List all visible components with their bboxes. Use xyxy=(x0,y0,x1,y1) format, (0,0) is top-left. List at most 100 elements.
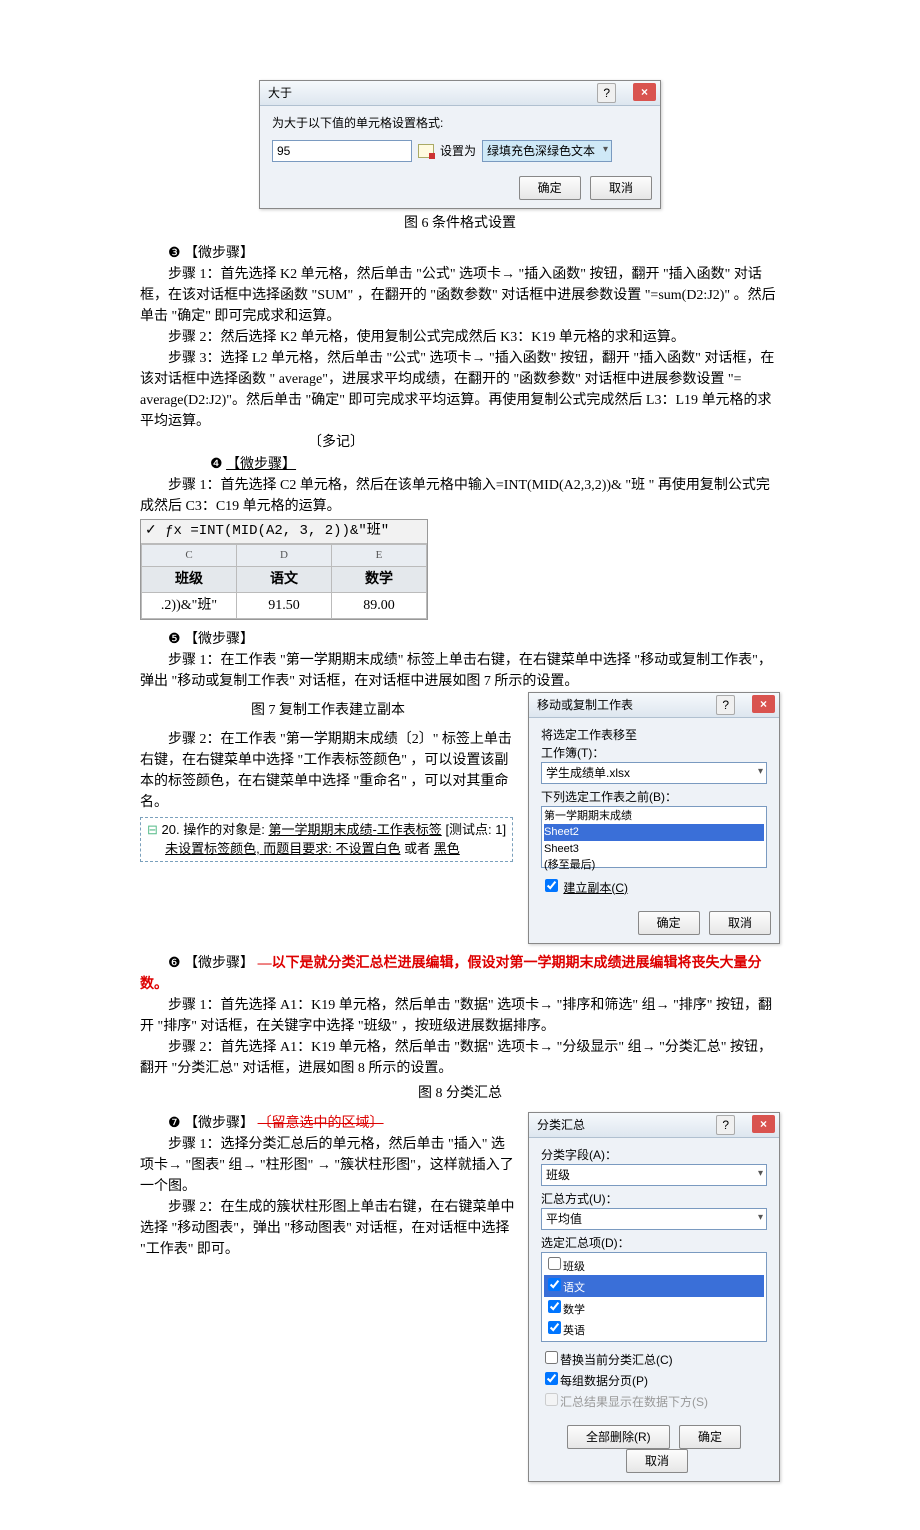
list-marker-5: ❺ xyxy=(168,630,181,646)
issue-or: 或者 xyxy=(404,841,434,856)
step-3-1: 步骤 1：首先选择 K2 单元格，然后单击 "公式" 选项卡→ "插入函数" 按… xyxy=(140,264,780,327)
item-label: 数学 xyxy=(563,1304,585,1316)
dialog-title: 移动或复制工作表 xyxy=(537,698,633,712)
ok-button[interactable]: 确定 xyxy=(638,911,700,935)
item-checkbox[interactable] xyxy=(548,1257,561,1270)
microstep-label: 【微步骤】 xyxy=(184,246,254,261)
issue-number: 20. xyxy=(162,822,180,837)
microstep-label: 【微步骤】 xyxy=(184,1116,254,1131)
list-item[interactable]: Sheet2 xyxy=(544,824,764,841)
range-picker-icon[interactable] xyxy=(418,144,434,158)
selected-items-label: 选定汇总项(D)： xyxy=(541,1234,767,1252)
close-icon[interactable]: × xyxy=(752,695,775,713)
issue-text-2: 未设置标签颜色, 而题目要求: xyxy=(165,841,335,856)
section-4-header: ❹ 【微步骤】 xyxy=(210,453,780,475)
cancel-button[interactable]: 取消 xyxy=(709,911,771,935)
help-icon[interactable]: ? xyxy=(597,83,616,103)
figure-6-caption: 图 6 条件格式设置 xyxy=(140,213,780,234)
cell-d2: 91.50 xyxy=(237,592,332,618)
greater-than-dialog: 大于 ? × 为大于以下值的单元格设置格式: 95 设置为 绿填充色深绿色文本 … xyxy=(259,80,661,209)
list-item[interactable]: 数学 xyxy=(544,1297,764,1319)
list-item[interactable]: 班级 xyxy=(544,1254,764,1276)
category-field-label: 分类字段(A)： xyxy=(541,1146,767,1164)
dialog-titlebar: 移动或复制工作表 ? × xyxy=(529,693,779,718)
below-label: 汇总结果显示在数据下方(S) xyxy=(560,1395,708,1409)
figure-8-caption: 图 8 分类汇总 xyxy=(140,1083,780,1104)
remove-all-button[interactable]: 全部删除(R) xyxy=(567,1425,670,1449)
section-5-header: ❺ 【微步骤】 xyxy=(140,628,780,650)
list-item[interactable]: (移至最后) xyxy=(544,857,764,874)
sheet-list[interactable]: 第一学期期末成绩 Sheet2 Sheet3 (移至最后) xyxy=(541,806,767,868)
step-4-1: 步骤 1：首先选择 C2 单元格，然后在该单元格中输入=INT(MID(A2,3… xyxy=(140,475,780,517)
below-checkbox xyxy=(545,1393,558,1406)
col-d: D xyxy=(237,545,332,567)
item-checkbox[interactable] xyxy=(548,1300,561,1313)
step-3-3: 步骤 3：选择 L2 单元格，然后单击 "公式" 选项卡→ "插入函数" 按钮，… xyxy=(140,348,780,432)
issue-text-1: 操作的对象是: xyxy=(183,822,268,837)
help-icon[interactable]: ? xyxy=(716,1115,735,1135)
microstep-label: 【微步骤】 xyxy=(226,457,296,472)
issue-object: 第一学期期末成绩-工作表标签 xyxy=(268,822,441,837)
issue-testpoint: [测试点: 1] xyxy=(445,822,506,837)
item-checkbox[interactable] xyxy=(548,1321,561,1334)
subtotal-dialog: 分类汇总 ? × 分类字段(A)： 班级 汇总方式(U)： 平均值 选定汇总项(… xyxy=(528,1112,780,1482)
item-label: 英语 xyxy=(563,1325,585,1337)
duoji-tag: 〔多记〕 xyxy=(308,432,780,453)
list-item[interactable]: Sheet3 xyxy=(544,841,764,858)
move-to-label: 将选定工作表移至 xyxy=(541,726,767,744)
move-copy-sheet-dialog: 移动或复制工作表 ? × 将选定工作表移至 工作簿(T)： 学生成绩单.xlsx… xyxy=(528,692,780,944)
list-item[interactable]: 语文 xyxy=(544,1275,764,1297)
step-5-1: 步骤 1：在工作表 "第一学期期末成绩" 标签上单击右键，在右键菜单中选择 "移… xyxy=(140,650,780,692)
pagebreak-checkbox[interactable] xyxy=(545,1372,558,1385)
excel-formula-snippet: ✓ ƒx =INT(MID(A2, 3, 2))&"班" C D E 班级 语文… xyxy=(140,519,428,620)
test-point-20: ⊟ 20. 操作的对象是: 第一学期期末成绩-工作表标签 [测试点: 1] 未设… xyxy=(140,817,513,862)
summary-items-list[interactable]: 班级 语文 数学 英语 生物 地理 xyxy=(541,1252,767,1342)
section-6-header: ❻ 【微步骤】 —以下是就分类汇总栏进展编辑，假设对第一学期期末成绩进展编辑将丧… xyxy=(140,952,780,995)
header-class: 班级 xyxy=(142,566,237,592)
format-label: 为大于以下值的单元格设置格式: xyxy=(272,114,648,132)
dialog-titlebar: 大于 ? × xyxy=(260,81,660,106)
collapse-icon[interactable]: ⊟ xyxy=(147,822,158,837)
list-item[interactable]: 英语 xyxy=(544,1318,764,1340)
list-marker-3: ❸ xyxy=(168,244,181,260)
summary-method-dropdown[interactable]: 平均值 xyxy=(541,1208,767,1230)
dialog-title: 大于 xyxy=(268,86,292,100)
issue-req-2: 黑色 xyxy=(434,841,460,856)
workbook-label: 工作簿(T)： xyxy=(541,744,767,762)
cancel-button[interactable]: 取消 xyxy=(626,1449,688,1473)
list-marker-7: ❼ xyxy=(168,1114,181,1130)
cell-c2: .2))&"班" xyxy=(142,592,237,618)
col-e: E xyxy=(332,545,427,567)
replace-checkbox[interactable] xyxy=(545,1351,558,1364)
list-item[interactable]: 第一学期期末成绩 xyxy=(544,808,764,825)
fx-icon: ✓ ƒx xyxy=(145,523,182,539)
formula-bar[interactable]: =INT(MID(A2, 3, 2))&"班" xyxy=(190,523,389,539)
strikethrough-note: 〔留意选中的区域〕 xyxy=(258,1116,384,1131)
pagebreak-label: 每组数据分页(P) xyxy=(560,1374,648,1388)
step-6-2: 步骤 2：首先选择 A1：K19 单元格，然后单击 "数据" 选项卡→ "分级显… xyxy=(140,1037,780,1079)
format-preset-dropdown[interactable]: 绿填充色深绿色文本 xyxy=(482,140,612,162)
header-math: 数学 xyxy=(332,566,427,592)
summary-method-label: 汇总方式(U)： xyxy=(541,1190,767,1208)
help-icon[interactable]: ? xyxy=(716,695,735,715)
ok-button[interactable]: 确定 xyxy=(519,176,581,200)
set-as-label: 设置为 xyxy=(440,142,476,160)
threshold-input[interactable]: 95 xyxy=(272,140,412,162)
list-item[interactable]: 生物 xyxy=(544,1340,764,1342)
close-icon[interactable]: × xyxy=(752,1115,775,1133)
item-checkbox[interactable] xyxy=(548,1278,561,1291)
item-label: 班级 xyxy=(563,1261,585,1273)
category-field-dropdown[interactable]: 班级 xyxy=(541,1164,767,1186)
step-3-2: 步骤 2：然后选择 K2 单元格，使用复制公式完成然后 K3：K19 单元格的求… xyxy=(140,327,780,348)
microstep-label: 【微步骤】 xyxy=(184,632,254,647)
workbook-dropdown[interactable]: 学生成绩单.xlsx xyxy=(541,762,767,784)
create-copy-label: 建立副本(C) xyxy=(563,881,628,895)
issue-req-1: 不设置白色 xyxy=(336,841,401,856)
ok-button[interactable]: 确定 xyxy=(679,1425,741,1449)
before-sheet-label: 下列选定工作表之前(B)： xyxy=(541,788,767,806)
cancel-button[interactable]: 取消 xyxy=(590,176,652,200)
microstep-label: 【微步骤】 xyxy=(184,956,254,971)
close-icon[interactable]: × xyxy=(633,83,656,101)
create-copy-checkbox[interactable] xyxy=(545,879,558,892)
item-label: 语文 xyxy=(563,1282,585,1294)
